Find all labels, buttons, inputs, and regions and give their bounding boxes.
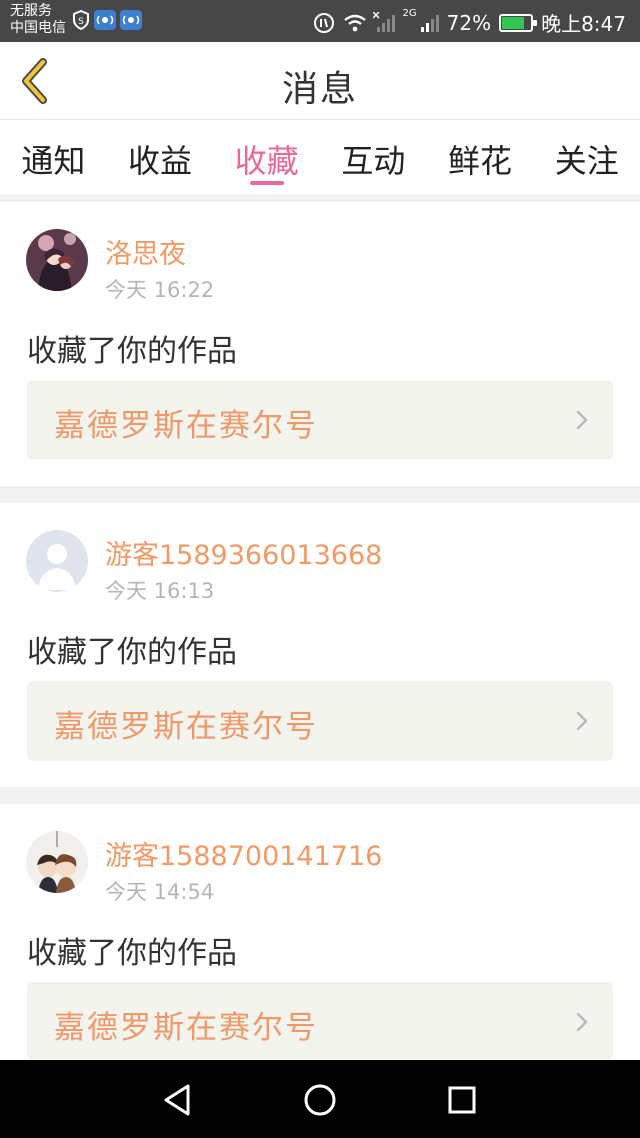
tab-label: 互动 — [341, 142, 406, 180]
active-tab-indicator — [249, 181, 284, 185]
nav-recents-button[interactable] — [442, 1080, 482, 1120]
action-text: 收藏了你的作品 — [27, 334, 237, 369]
message-card: 游客1589366013668 今天 16:13 收藏了你的作品 嘉德罗斯在赛尔… — [0, 503, 640, 787]
tab-flowers[interactable]: 鲜花 — [427, 120, 534, 194]
work-title: 嘉德罗斯在赛尔号 — [54, 1010, 318, 1046]
work-link[interactable]: 嘉德罗斯在赛尔号 — [27, 982, 613, 1060]
avatar[interactable] — [26, 530, 88, 592]
carrier-line-1: 无服务 — [10, 3, 52, 19]
status-bar: 无服务 中国电信 S 2G 72% 晚上8:47 — [0, 0, 640, 42]
user-name[interactable]: 游客1589366013668 — [105, 533, 382, 572]
back-triangle-icon — [164, 1084, 190, 1116]
carrier-info: 无服务 中国电信 — [10, 3, 66, 37]
data-icon — [313, 12, 335, 34]
tab-label: 鲜花 — [448, 142, 513, 180]
signal-icon — [371, 10, 395, 34]
anime-avatar-icon — [26, 229, 88, 291]
message-card: 游客1588700141716 今天 14:54 收藏了你的作品 嘉德罗斯在赛尔… — [0, 804, 640, 1060]
tab-interactions[interactable]: 互动 — [320, 120, 427, 194]
user-name[interactable]: 洛思夜 — [105, 232, 186, 271]
action-text: 收藏了你的作品 — [27, 936, 237, 971]
header: 消息 — [0, 42, 640, 120]
tab-notifications[interactable]: 通知 — [0, 120, 107, 194]
status-left-icons: S — [72, 9, 142, 31]
svg-text:S: S — [78, 17, 84, 27]
chevron-right-icon — [576, 711, 588, 731]
timestamp: 今天 16:22 — [105, 278, 215, 302]
action-text: 收藏了你的作品 — [27, 635, 237, 670]
home-circle-icon — [304, 1084, 336, 1116]
avatar[interactable] — [26, 229, 88, 291]
status-right: 2G 72% 晚上8:47 — [313, 8, 626, 37]
work-title: 嘉德罗斯在赛尔号 — [54, 709, 318, 745]
shield-icon: S — [72, 9, 90, 31]
chibi-avatar-icon — [26, 831, 88, 893]
tab-favorites[interactable]: 收藏 — [213, 120, 320, 194]
carrier-line-2: 中国电信 — [10, 20, 66, 36]
nav-home-button[interactable] — [300, 1080, 340, 1120]
message-list[interactable]: 洛思夜 今天 16:22 收藏了你的作品 嘉德罗斯在赛尔号 游客15893660… — [0, 194, 640, 1060]
avatar[interactable] — [26, 831, 88, 893]
tab-follows[interactable]: 关注 — [533, 120, 640, 194]
wifi-icon — [343, 12, 366, 34]
clock: 晚上8:47 — [541, 12, 626, 36]
page-title: 消息 — [281, 69, 358, 110]
work-title: 嘉德罗斯在赛尔号 — [54, 408, 318, 444]
tab-label: 收藏 — [234, 142, 299, 180]
battery-fill — [502, 16, 524, 29]
work-link[interactable]: 嘉德罗斯在赛尔号 — [27, 681, 613, 761]
chevron-right-icon — [576, 410, 588, 430]
vpn-icon — [94, 10, 116, 30]
system-nav-bar — [0, 1060, 640, 1138]
battery-icon — [499, 13, 538, 32]
tab-earnings[interactable]: 收益 — [107, 120, 214, 194]
signal-icon — [417, 12, 439, 34]
network-type-label: 2G — [402, 8, 417, 19]
default-user-avatar-icon — [26, 530, 88, 592]
timestamp: 今天 14:54 — [105, 880, 215, 904]
tab-label: 收益 — [128, 142, 193, 180]
tab-label: 关注 — [554, 142, 619, 180]
chevron-right-icon — [576, 1012, 588, 1032]
timestamp: 今天 16:13 — [105, 579, 215, 603]
message-card: 洛思夜 今天 16:22 收藏了你的作品 嘉德罗斯在赛尔号 — [0, 202, 640, 486]
nav-back-button[interactable] — [158, 1080, 198, 1120]
battery-percent: 72% — [446, 10, 492, 35]
user-name[interactable]: 游客1588700141716 — [105, 834, 382, 873]
work-link[interactable]: 嘉德罗斯在赛尔号 — [27, 380, 613, 460]
vpn-icon — [120, 10, 142, 30]
tab-bar: 通知 收益 收藏 互动 鲜花 关注 — [0, 120, 640, 194]
recent-square-icon — [448, 1086, 476, 1114]
tab-label: 通知 — [21, 142, 86, 180]
